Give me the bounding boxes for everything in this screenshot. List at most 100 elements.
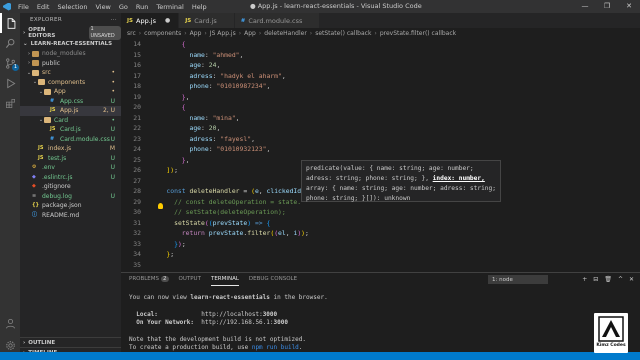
code-text: // const deleteOperation = state. xyxy=(174,197,302,206)
account-icon[interactable] xyxy=(0,313,20,333)
panel-tab-debug-console[interactable]: DEBUG CONSOLE xyxy=(249,273,297,286)
tree-item-debug-log[interactable]: ≡ debug.log U xyxy=(20,192,121,202)
panel-tab-output[interactable]: OUTPUT xyxy=(179,273,201,286)
tree-item-components[interactable]: ⌄ components • xyxy=(20,78,121,88)
tree-item-card[interactable]: ⌄ Card • xyxy=(20,116,121,126)
outline-section[interactable]: › OUTLINE xyxy=(20,337,121,347)
extensions-icon[interactable] xyxy=(0,93,20,113)
breadcrumb-item[interactable]: deleteHandler xyxy=(264,30,307,37)
code-text: name: "mina", xyxy=(189,113,240,122)
panel-tab-problems[interactable]: PROBLEMS 2 xyxy=(129,273,169,286)
lightbulb-icon[interactable] xyxy=(158,203,163,209)
breadcrumb-item[interactable]: src xyxy=(127,30,136,37)
problems-count-badge: 2 xyxy=(161,276,169,282)
breadcrumb-separator-icon: › xyxy=(309,30,313,37)
code-line: 35 xyxy=(121,260,640,271)
unsaved-dot-icon[interactable]: ● xyxy=(165,17,170,24)
tree-item-card-js[interactable]: JS Card.js U xyxy=(20,125,121,135)
git-status: 2, U xyxy=(102,107,115,115)
minimize-icon[interactable]: — xyxy=(574,0,596,13)
tree-item-label: App.js xyxy=(60,107,79,115)
tree-item-card-module-css[interactable]: # Card.module.css U xyxy=(20,135,121,145)
new-terminal-icon[interactable]: + xyxy=(582,276,587,283)
tab-label: Card.module.css xyxy=(248,16,303,25)
code-text: age: 24, xyxy=(189,61,221,70)
tree-item-src[interactable]: ⌄ src • xyxy=(20,68,121,78)
code-line: 22 age: 20, xyxy=(121,123,640,134)
tree-item-app-js[interactable]: JS App.js 2, U xyxy=(20,106,121,116)
tree-item-eslintrc-js[interactable]: ◆ .eslintrc.js U xyxy=(20,173,121,183)
tree-item-label: components xyxy=(48,78,86,86)
code-line: 32 return prevState.filter((el, i)); xyxy=(121,228,640,239)
menu-item-file[interactable]: File xyxy=(14,3,33,11)
source-control-icon[interactable]: 1 xyxy=(0,53,20,73)
split-terminal-icon[interactable]: ⊟ xyxy=(593,276,598,283)
run-debug-icon[interactable] xyxy=(0,73,20,93)
tab-card-js[interactable]: JS Card.js xyxy=(179,13,235,28)
open-editors-section[interactable]: › OPEN EDITORS 1 UNSAVED xyxy=(20,25,121,40)
line-number: 23 xyxy=(133,134,141,143)
tree-item-label: debug.log xyxy=(42,192,72,200)
breadcrumb-item[interactable]: setState() callback xyxy=(315,30,371,37)
terminal-select[interactable]: 1: node xyxy=(488,275,548,284)
maximize-panel-icon[interactable]: ^ xyxy=(618,276,623,283)
breadcrumb-item[interactable]: App xyxy=(190,30,202,37)
project-section[interactable]: ⌄ LEARN-REACT-ESSENTIALS xyxy=(20,38,121,49)
close-window-icon[interactable]: ✕ xyxy=(618,0,640,13)
kimz-codes-logo: Kimz Codes xyxy=(594,313,628,353)
menu-item-run[interactable]: Run xyxy=(132,3,152,11)
modified-dot-icon: • xyxy=(111,88,115,96)
modified-dot-icon: • xyxy=(111,69,115,77)
breadcrumb-item[interactable]: prevState.filter() callback xyxy=(380,30,456,37)
code-text: return prevState.filter((el, i)); xyxy=(181,229,309,238)
terminal-line: On Your Network: http://192.168.56.1:300… xyxy=(136,319,288,327)
maximize-icon[interactable]: ❐ xyxy=(596,0,618,13)
menu-item-terminal[interactable]: Terminal xyxy=(152,3,187,11)
tree-item-app-css[interactable]: # App.css U xyxy=(20,97,121,107)
chevron-right-icon: › xyxy=(23,339,26,346)
line-number: 34 xyxy=(133,250,141,259)
menu-item-help[interactable]: Help xyxy=(188,3,211,11)
tree-item-readme-md[interactable]: ⓘ README.md xyxy=(20,211,121,221)
css-file-icon: # xyxy=(50,135,55,142)
hover-highlight: index: number, xyxy=(432,175,485,182)
code-editor[interactable]: 14 {15 name: "ahmed", 16 age: 24, 17 adres… xyxy=(121,39,640,272)
search-icon[interactable] xyxy=(0,33,20,53)
tree-item-index-js[interactable]: JS index.js M xyxy=(20,144,121,154)
menu-item-go[interactable]: Go xyxy=(115,3,132,11)
trash-icon[interactable]: 🗑 xyxy=(604,276,612,283)
tree-item-gitignore[interactable]: ◆ .gitignore xyxy=(20,182,121,192)
explorer-more-icon[interactable]: ··· xyxy=(111,17,117,23)
explorer-icon[interactable] xyxy=(0,13,20,33)
menu-item-edit[interactable]: Edit xyxy=(33,3,54,11)
panel-tab-terminal[interactable]: TERMINAL xyxy=(210,273,239,286)
tree-item-node-modules[interactable]: › node_modules xyxy=(20,49,121,59)
line-number: 15 xyxy=(133,50,141,59)
tree-item-app[interactable]: ⌄ App • xyxy=(20,87,121,97)
line-number: 21 xyxy=(133,113,141,122)
code-text: }); xyxy=(174,239,186,248)
close-panel-icon[interactable]: ✕ xyxy=(629,276,634,283)
line-number: 30 xyxy=(133,208,141,217)
tree-item-public[interactable]: › public xyxy=(20,59,121,69)
code-line: 18 phone: "01010987234", xyxy=(121,81,640,92)
logo-text: Kimz Codes xyxy=(596,343,626,348)
terminal-output[interactable]: You can now view learn-react-essentials … xyxy=(121,286,640,352)
tab-app-js[interactable]: JS App.js ● xyxy=(121,13,180,28)
tree-item-test-js[interactable]: JS test.js U xyxy=(20,154,121,164)
breadcrumb-item[interactable]: App xyxy=(244,30,256,37)
menu-item-view[interactable]: View xyxy=(91,3,114,11)
breadcrumb-separator-icon: › xyxy=(138,30,142,37)
hover-line: adress: string; phone: string; }, index:… xyxy=(306,174,496,184)
js-file-icon: JS xyxy=(50,107,56,114)
breadcrumb-item[interactable]: JS App.js xyxy=(210,30,236,37)
breadcrumb-item[interactable]: components xyxy=(144,30,181,37)
modified-dot-icon: • xyxy=(111,78,115,86)
tree-item-env[interactable]: ⚙ .env U xyxy=(20,163,121,173)
menu-item-selection[interactable]: Selection xyxy=(53,3,91,11)
panel-tab-label: OUTPUT xyxy=(178,276,201,282)
code-line: 15 name: "ahmed", xyxy=(121,50,640,61)
folder-open-icon xyxy=(44,88,51,95)
tree-item-package-json[interactable]: {} package.json xyxy=(20,201,121,211)
tab-card-module-css[interactable]: # Card.module.css xyxy=(234,13,321,28)
